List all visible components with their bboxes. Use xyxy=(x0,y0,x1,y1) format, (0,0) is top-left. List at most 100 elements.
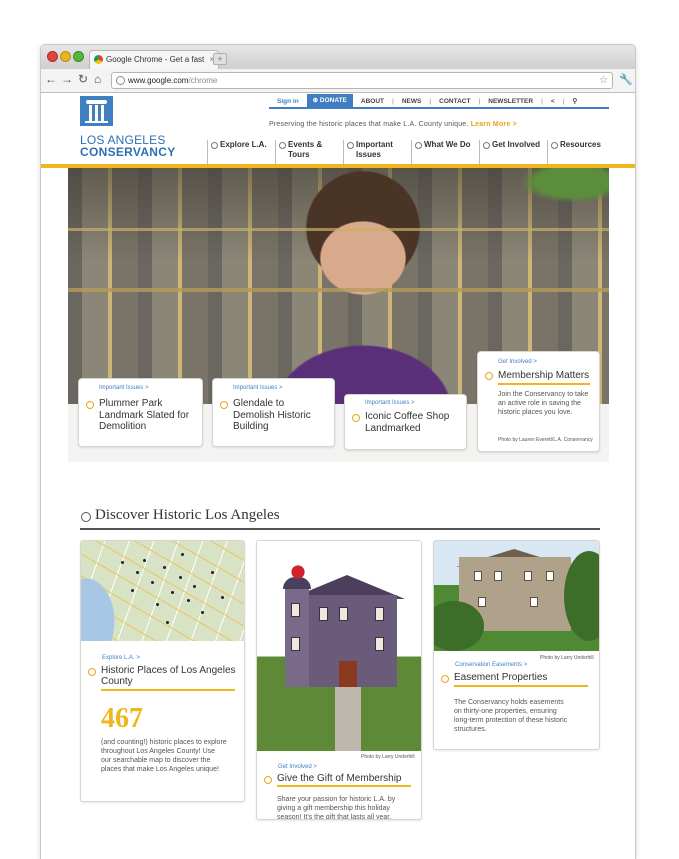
house-window xyxy=(291,603,300,617)
tile-title-underline xyxy=(101,689,235,691)
news-link[interactable]: NEWS xyxy=(394,98,430,105)
browser-toolbar: ← → ↻ ⌂ www.google.com/chrome ☆ 🔧 xyxy=(41,69,635,93)
address-bar[interactable]: www.google.com/chrome ☆ xyxy=(111,72,613,89)
tab-title: Google Chrome - Get a fast xyxy=(106,55,205,64)
photo-credit: Photo by Larry Underhill xyxy=(361,754,415,760)
tile-description: (and counting!) historic places to explo… xyxy=(101,739,227,773)
tile-historic-places[interactable]: Explore L.A. > Historic Places of Los An… xyxy=(80,540,245,802)
tile-title-underline xyxy=(454,685,588,687)
contact-link[interactable]: CONTACT xyxy=(431,98,478,105)
maximize-window-button[interactable] xyxy=(73,51,84,62)
house-window xyxy=(291,637,300,651)
card-kicker[interactable]: Important Issues > xyxy=(365,400,415,406)
bottom-fade xyxy=(41,820,635,859)
mansion-window xyxy=(494,571,502,581)
card-bullet-icon xyxy=(86,401,94,409)
photo-credit: Photo by Lauren Everett/L.A. Conservancy xyxy=(498,437,593,443)
mansion-window xyxy=(524,571,532,581)
minimize-window-button[interactable] xyxy=(60,51,71,62)
tile-kicker[interactable]: Get Involved > xyxy=(278,764,317,770)
mansion-window xyxy=(546,571,554,581)
discover-section-title: Discover Historic Los Angeles xyxy=(95,507,280,523)
back-arrow-icon[interactable]: ← xyxy=(45,72,57,86)
url-host: www.google.com xyxy=(128,76,189,85)
hero-card-glendale[interactable]: Important Issues > Glendale to Demolish … xyxy=(212,378,335,447)
nav-resources[interactable]: Resources xyxy=(547,140,615,164)
map-marker xyxy=(131,589,134,592)
sign-in-link[interactable]: Sign in xyxy=(269,98,307,105)
site-tagline: Preserving the historic places that make… xyxy=(269,121,517,128)
bookmark-star-icon[interactable]: ☆ xyxy=(599,73,608,88)
logo-column xyxy=(95,105,98,121)
nav-label: Resources xyxy=(560,140,601,149)
hero-card-plummer-park[interactable]: Important Issues > Plummer Park Landmark… xyxy=(78,378,203,447)
nav-what-we-do[interactable]: What We Do xyxy=(411,140,479,164)
share-icon[interactable]: < xyxy=(543,98,563,105)
nav-important-issues[interactable]: Important Issues xyxy=(343,140,411,164)
tile-title-underline xyxy=(277,785,411,787)
mansion-tree xyxy=(434,601,484,651)
card-kicker[interactable]: Important Issues > xyxy=(233,385,283,391)
nav-get-involved[interactable]: Get Involved xyxy=(479,140,547,164)
tile-kicker[interactable]: Conservation Easements > xyxy=(455,662,527,668)
forward-arrow-icon[interactable]: → xyxy=(61,72,73,86)
web-page: LOS ANGELES CONSERVANCY Sign in ⊕ DONATE… xyxy=(41,93,635,859)
card-title[interactable]: Membership Matters xyxy=(498,370,598,382)
card-title[interactable]: Iconic Coffee Shop Landmarked xyxy=(365,411,461,434)
home-icon[interactable]: ⌂ xyxy=(94,72,101,86)
utility-nav: Sign in ⊕ DONATE ABOUT | NEWS | CONTACT … xyxy=(269,94,609,109)
card-kicker[interactable]: Get Involved > xyxy=(498,359,537,365)
mansion-window xyxy=(478,597,486,607)
nav-bullet-icon xyxy=(415,142,422,149)
browser-tab[interactable]: Google Chrome - Get a fast × xyxy=(89,50,219,69)
main-nav: Explore L.A. Events & Tours Important Is… xyxy=(207,140,615,164)
map-marker xyxy=(151,581,154,584)
nav-bullet-icon xyxy=(551,142,558,149)
search-icon[interactable]: ⚲ xyxy=(565,97,586,105)
reload-icon[interactable]: ↻ xyxy=(78,72,88,86)
browser-window: Google Chrome - Get a fast × + ← → ↻ ⌂ w… xyxy=(40,44,636,859)
hero-balcony xyxy=(68,288,609,292)
gift-bow-icon xyxy=(287,563,309,581)
hero-card-membership[interactable]: Get Involved > Membership Matters Join t… xyxy=(477,351,600,452)
wrench-menu-icon[interactable]: 🔧 xyxy=(619,73,633,86)
tile-gift-membership[interactable]: Photo by Larry Underhill Get Involved > … xyxy=(256,540,422,820)
tagline-text: Preserving the historic places that make… xyxy=(269,121,469,128)
card-title[interactable]: Plummer Park Landmark Slated for Demolit… xyxy=(99,398,199,433)
mansion-window xyxy=(474,571,482,581)
nav-events-tours[interactable]: Events & Tours xyxy=(275,140,343,164)
logo-base xyxy=(85,121,108,123)
close-window-button[interactable] xyxy=(47,51,58,62)
about-link[interactable]: ABOUT xyxy=(353,98,392,105)
new-tab-button[interactable]: + xyxy=(213,53,227,65)
tile-bullet-icon xyxy=(264,776,272,784)
donate-button[interactable]: ⊕ DONATE xyxy=(306,94,353,108)
map-marker xyxy=(193,585,196,588)
map-marker xyxy=(171,591,174,594)
newsletter-link[interactable]: NEWSLETTER xyxy=(480,98,541,105)
tile-bullet-icon xyxy=(441,675,449,683)
tile-easement-properties[interactable]: Photo by Larry Underhill Conservation Ea… xyxy=(433,540,600,750)
learn-more-link[interactable]: Learn More > xyxy=(471,121,517,128)
hero-balcony xyxy=(68,228,609,231)
tile-description: Share your passion for historic L.A. by … xyxy=(277,796,396,820)
logo-text-line2[interactable]: CONSERVANCY xyxy=(80,145,176,159)
tile-title[interactable]: Easement Properties xyxy=(454,672,594,683)
tile-kicker[interactable]: Explore L.A. > xyxy=(102,655,140,661)
nav-explore-la[interactable]: Explore L.A. xyxy=(207,140,275,164)
map-marker xyxy=(166,621,169,624)
conservancy-logo-icon[interactable] xyxy=(80,96,113,126)
map-marker xyxy=(163,566,166,569)
tile-title[interactable]: Give the Gift of Membership xyxy=(277,773,417,784)
hero-card-coffee-shop[interactable]: Important Issues > Iconic Coffee Shop La… xyxy=(344,394,467,450)
nav-bullet-icon xyxy=(279,142,286,149)
historic-places-map[interactable] xyxy=(81,541,244,641)
house-window xyxy=(375,637,384,651)
map-marker xyxy=(143,559,146,562)
logo-capital xyxy=(86,100,107,104)
card-title[interactable]: Glendale to Demolish Historic Building xyxy=(233,398,325,433)
map-marker xyxy=(201,611,204,614)
tile-title[interactable]: Historic Places of Los Angeles County xyxy=(101,665,236,687)
card-kicker[interactable]: Important Issues > xyxy=(99,385,149,391)
historic-places-count: 467 xyxy=(101,703,143,734)
